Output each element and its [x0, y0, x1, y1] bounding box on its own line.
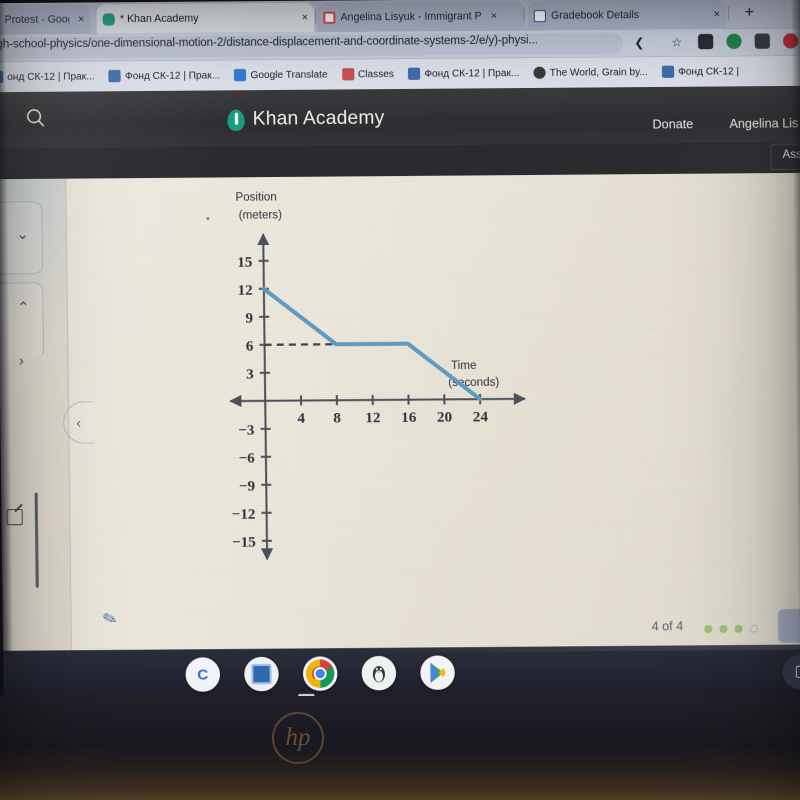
laptop-screen: Protest - Googl × * Khan Academy × Angel…: [0, 0, 800, 708]
bookmark-label: Фонд СК-12 |: [678, 65, 740, 78]
bookmark-icon: [661, 65, 675, 78]
chrome-icon[interactable]: [302, 656, 338, 691]
edit-note-icon[interactable]: [6, 508, 23, 526]
bookmark-item[interactable]: Google Translate: [227, 68, 335, 82]
extension-icon-4[interactable]: [782, 33, 799, 49]
progress-dot: [719, 624, 728, 634]
bookmark-icon: [408, 67, 421, 80]
position-vs-time-graph: 4 8 12 16 20 24 15 12 9 6 3 −3 −6 −9 −12 −15: [229, 233, 526, 561]
tab-divider: [523, 7, 525, 23]
browser-tab-gradebook[interactable]: Gradebook Details ×: [527, 0, 727, 31]
classes-icon: [341, 68, 354, 81]
khan-leaf-icon: [227, 109, 245, 131]
chevron-right-icon[interactable]: ›: [19, 352, 24, 369]
photo-of-laptop-screen: Protest - Googl × * Khan Academy × Angel…: [0, 0, 800, 800]
bookmark-label: онд СК-12 | Прак...: [7, 70, 95, 83]
bookmark-label: Classes: [357, 68, 394, 80]
tab-label: Angelina Lisyuk - Immigrant P: [340, 9, 482, 24]
extension-icon-1[interactable]: [697, 33, 714, 50]
y-tick-label: 9: [245, 309, 253, 326]
bookmark-item[interactable]: Фонд СК-12 | Прак...: [401, 67, 527, 80]
bookmark-item[interactable]: Фонд СК-12 | Прак...: [102, 69, 228, 83]
extension-icon-2[interactable]: [726, 33, 742, 50]
x-tick-label: 8: [333, 409, 341, 426]
x-tick-label: 12: [365, 409, 380, 426]
y-tick-label: 3: [246, 365, 254, 382]
bookmark-item[interactable]: Фонд СК-12 |: [655, 65, 746, 78]
y-tick-label: −15: [232, 533, 256, 550]
tab-close-icon[interactable]: ×: [78, 13, 85, 25]
y-tick-label: −9: [239, 477, 256, 494]
khan-wordmark: Khan Academy: [252, 107, 385, 130]
bookmark-icon: [0, 70, 4, 84]
extension-icon-3[interactable]: [754, 33, 771, 49]
translate-icon: [234, 69, 247, 82]
document-favicon: [323, 11, 336, 24]
bookmark-label: Google Translate: [250, 68, 328, 81]
browser-tab-khan-academy[interactable]: * Khan Academy ×: [96, 2, 315, 34]
progress-dot: [704, 625, 713, 634]
search-icon[interactable]: [25, 107, 48, 129]
next-question-button[interactable]: [777, 608, 800, 643]
progress-dot: [734, 624, 743, 633]
tab-close-icon[interactable]: ×: [302, 11, 309, 23]
bookmark-label: The World, Grain by...: [549, 66, 648, 79]
laptop-bezel: [0, 696, 800, 800]
star-icon[interactable]: ☆: [669, 34, 685, 50]
canvas-icon[interactable]: C: [185, 657, 221, 692]
tab-label: * Khan Academy: [119, 12, 199, 25]
x-tick-label: 4: [297, 410, 305, 427]
bookmark-item[interactable]: Classes: [335, 68, 402, 81]
y-tick-label: 6: [246, 337, 254, 354]
tab-close-icon[interactable]: ×: [491, 10, 498, 22]
bookmark-icon: [108, 69, 122, 83]
bookmark-item[interactable]: The World, Grain by...: [526, 66, 655, 79]
y-tick-label: 15: [237, 254, 253, 271]
x-tick-label: 24: [473, 408, 489, 425]
shelf-icon-list: C: [185, 655, 455, 692]
browser-tab-angelina[interactable]: Angelina Lisyuk - Immigrant P ×: [317, 1, 525, 33]
bookmark-label: Фонд СК-12 | Прак...: [124, 69, 221, 82]
y-tick-label: −12: [232, 505, 256, 522]
docs-icon[interactable]: [244, 656, 279, 692]
position-series-line: [261, 286, 483, 402]
hp-logo: hp: [272, 712, 324, 764]
grain-icon: [533, 66, 546, 79]
bookmark-label: Фонд СК-12 | Прак...: [424, 67, 520, 80]
google-play-icon[interactable]: [420, 655, 455, 691]
tab-close-icon[interactable]: ×: [713, 8, 720, 20]
khan-academy-logo[interactable]: Khan Academy: [227, 107, 385, 131]
chevron-down-icon[interactable]: ⌄: [16, 225, 29, 243]
chevron-up-icon[interactable]: ⌃: [17, 298, 30, 316]
x-tick-label: 16: [401, 409, 417, 426]
donate-link[interactable]: Donate: [652, 117, 693, 131]
tab-label: Gradebook Details: [550, 8, 640, 22]
x-tick-label: 20: [437, 409, 453, 426]
y-tick-label: −6: [238, 449, 255, 466]
tab-divider: [315, 8, 317, 24]
progress-dots: [704, 624, 758, 634]
gradebook-favicon: [533, 9, 547, 22]
penguin-icon[interactable]: [361, 655, 397, 691]
share-icon[interactable]: ❮: [631, 34, 647, 50]
y-tick-label: 12: [237, 282, 252, 299]
sidebar-card-mid[interactable]: [0, 282, 45, 360]
y-tick-label: −3: [238, 421, 255, 438]
assignment-tab-label[interactable]: Assi: [782, 149, 800, 161]
tab-divider: [727, 5, 730, 21]
progress-text: 4 of 4: [651, 619, 684, 634]
browser-tab-protest[interactable]: Protest - Googl ×: [0, 4, 91, 35]
progress-dot: [749, 624, 758, 633]
khan-academy-favicon: [102, 12, 115, 26]
user-menu[interactable]: Angelina Lis: [729, 116, 798, 131]
bookmark-item[interactable]: онд СК-12 | Прак...: [0, 70, 102, 84]
new-tab-button[interactable]: +: [739, 3, 759, 23]
tab-label: Protest - Googl: [4, 13, 69, 26]
